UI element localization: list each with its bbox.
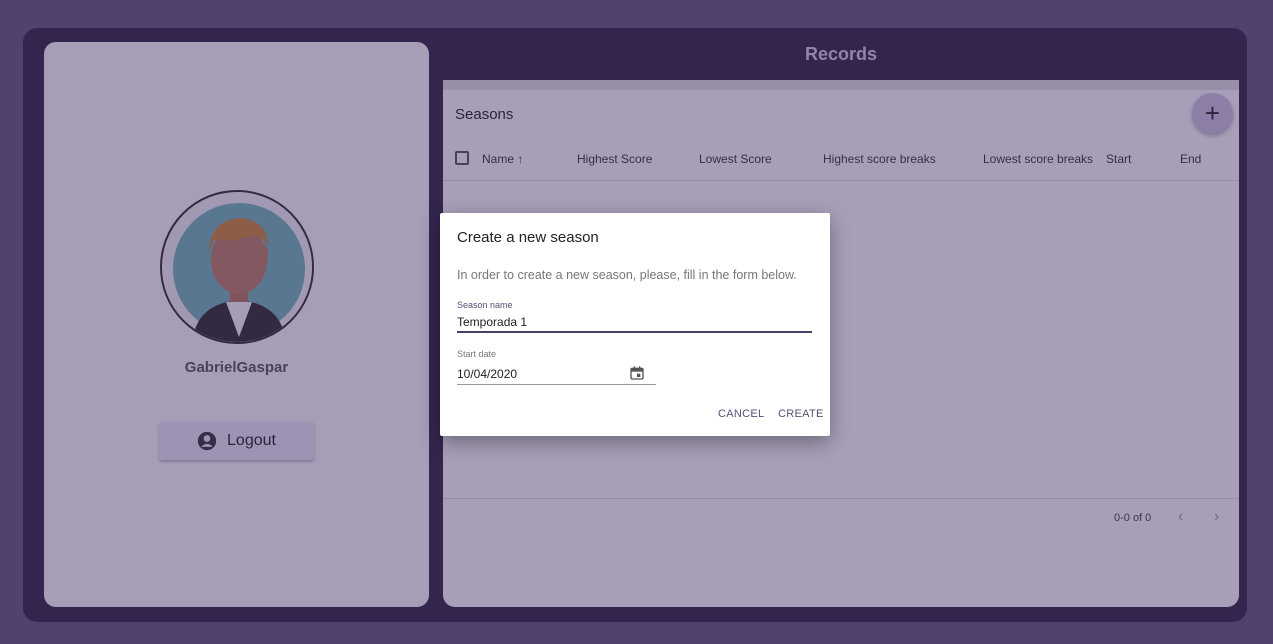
start-date-label: Start date [457,349,497,359]
create-season-dialog: Create a new season In order to create a… [440,213,830,436]
cancel-button[interactable]: CANCEL [718,408,764,420]
season-name-input[interactable] [457,313,812,333]
season-name-label: Season name [457,300,513,310]
calendar-icon[interactable] [629,365,647,381]
dialog-description: In order to create a new season, please,… [457,268,797,282]
create-button[interactable]: CREATE [778,408,824,420]
start-date-input[interactable] [457,363,656,385]
dialog-title: Create a new season [457,229,599,246]
